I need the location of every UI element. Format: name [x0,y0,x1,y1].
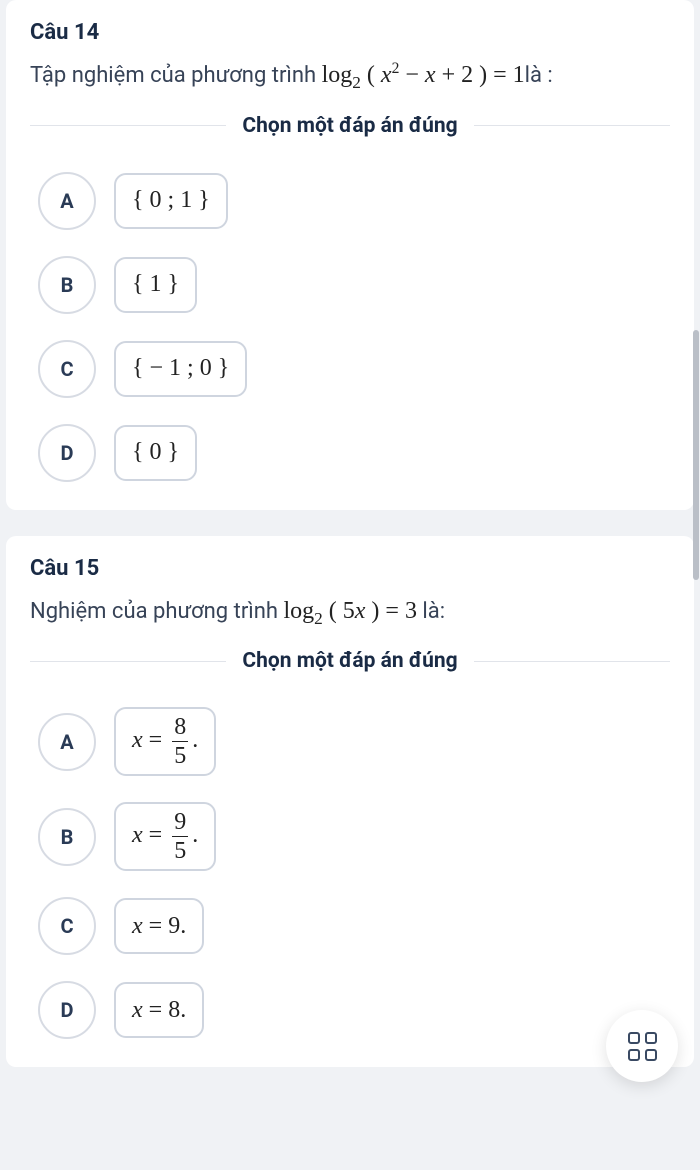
option-row: A { 0 ; 1 } [38,172,670,230]
option-answer-d[interactable]: { 0 } [114,425,197,481]
question-pre: Tập nghiệm của phương trình [30,63,322,88]
option-math: x = 9. [132,913,186,940]
option-math: { − 1 ; 0 } [132,355,229,382]
option-row: D x = 8. [38,981,670,1039]
option-answer-c[interactable]: x = 9. [114,898,204,954]
option-answer-d[interactable]: x = 8. [114,982,204,1038]
option-answer-a[interactable]: { 0 ; 1 } [114,173,228,229]
option-letter-d[interactable]: D [38,981,96,1039]
divider-line [474,125,670,126]
question-post: là: [417,599,445,624]
options-list: A { 0 ; 1 } B { 1 } C { − 1 ; 0 } D { 0 … [30,172,670,482]
option-row: A x = 85. [38,707,670,776]
option-math: x = 85. [132,715,198,768]
divider-line [474,661,670,662]
question-math: log2 ( 5x ) = 3 [283,598,417,624]
instruction-divider: Chọn một đáp án đúng [30,114,670,138]
grid-icon [628,1032,657,1061]
option-letter-a[interactable]: A [38,713,96,771]
option-row: D { 0 } [38,424,670,482]
instruction-divider: Chọn một đáp án đúng [30,649,670,673]
instruction-text: Chọn một đáp án đúng [226,114,473,138]
option-math: { 1 } [132,271,179,298]
question-card: Câu 14 Tập nghiệm của phương trình log2 … [6,0,694,510]
option-answer-c[interactable]: { − 1 ; 0 } [114,341,247,397]
instruction-text: Chọn một đáp án đúng [226,649,473,673]
option-letter-b[interactable]: B [38,808,96,866]
option-letter-d[interactable]: D [38,424,96,482]
option-letter-c[interactable]: C [38,340,96,398]
question-number: Câu 15 [30,556,670,581]
question-pre: Nghiệm của phương trình [30,599,283,624]
question-number: Câu 14 [30,20,670,45]
question-math: log2 ( x2 − x + 2 ) = 1 [322,62,525,88]
option-row: B { 1 } [38,256,670,314]
option-letter-a[interactable]: A [38,172,96,230]
option-math: { 0 ; 1 } [132,187,210,214]
question-text: Tập nghiệm của phương trình log2 ( x2 − … [30,57,670,96]
divider-line [30,125,226,126]
option-math: { 0 } [132,439,179,466]
option-math: x = 95. [132,810,198,863]
option-letter-b[interactable]: B [38,256,96,314]
option-answer-a[interactable]: x = 85. [114,707,216,776]
option-row: C x = 9. [38,897,670,955]
option-letter-c[interactable]: C [38,897,96,955]
divider-line [30,661,226,662]
scrollbar[interactable] [693,330,699,580]
question-card: Câu 15 Nghiệm của phương trình log2 ( 5x… [6,536,694,1068]
option-answer-b[interactable]: { 1 } [114,257,197,313]
options-list: A x = 85. B x = 95. C x = 9. D x = 8. [30,707,670,1039]
option-math: x = 8. [132,997,186,1024]
option-row: B x = 95. [38,802,670,871]
question-text: Nghiệm của phương trình log2 ( 5x ) = 3 … [30,593,670,632]
option-answer-b[interactable]: x = 95. [114,802,216,871]
question-post: là : [525,63,553,88]
option-row: C { − 1 ; 0 } [38,340,670,398]
grid-menu-button[interactable] [606,1010,678,1082]
